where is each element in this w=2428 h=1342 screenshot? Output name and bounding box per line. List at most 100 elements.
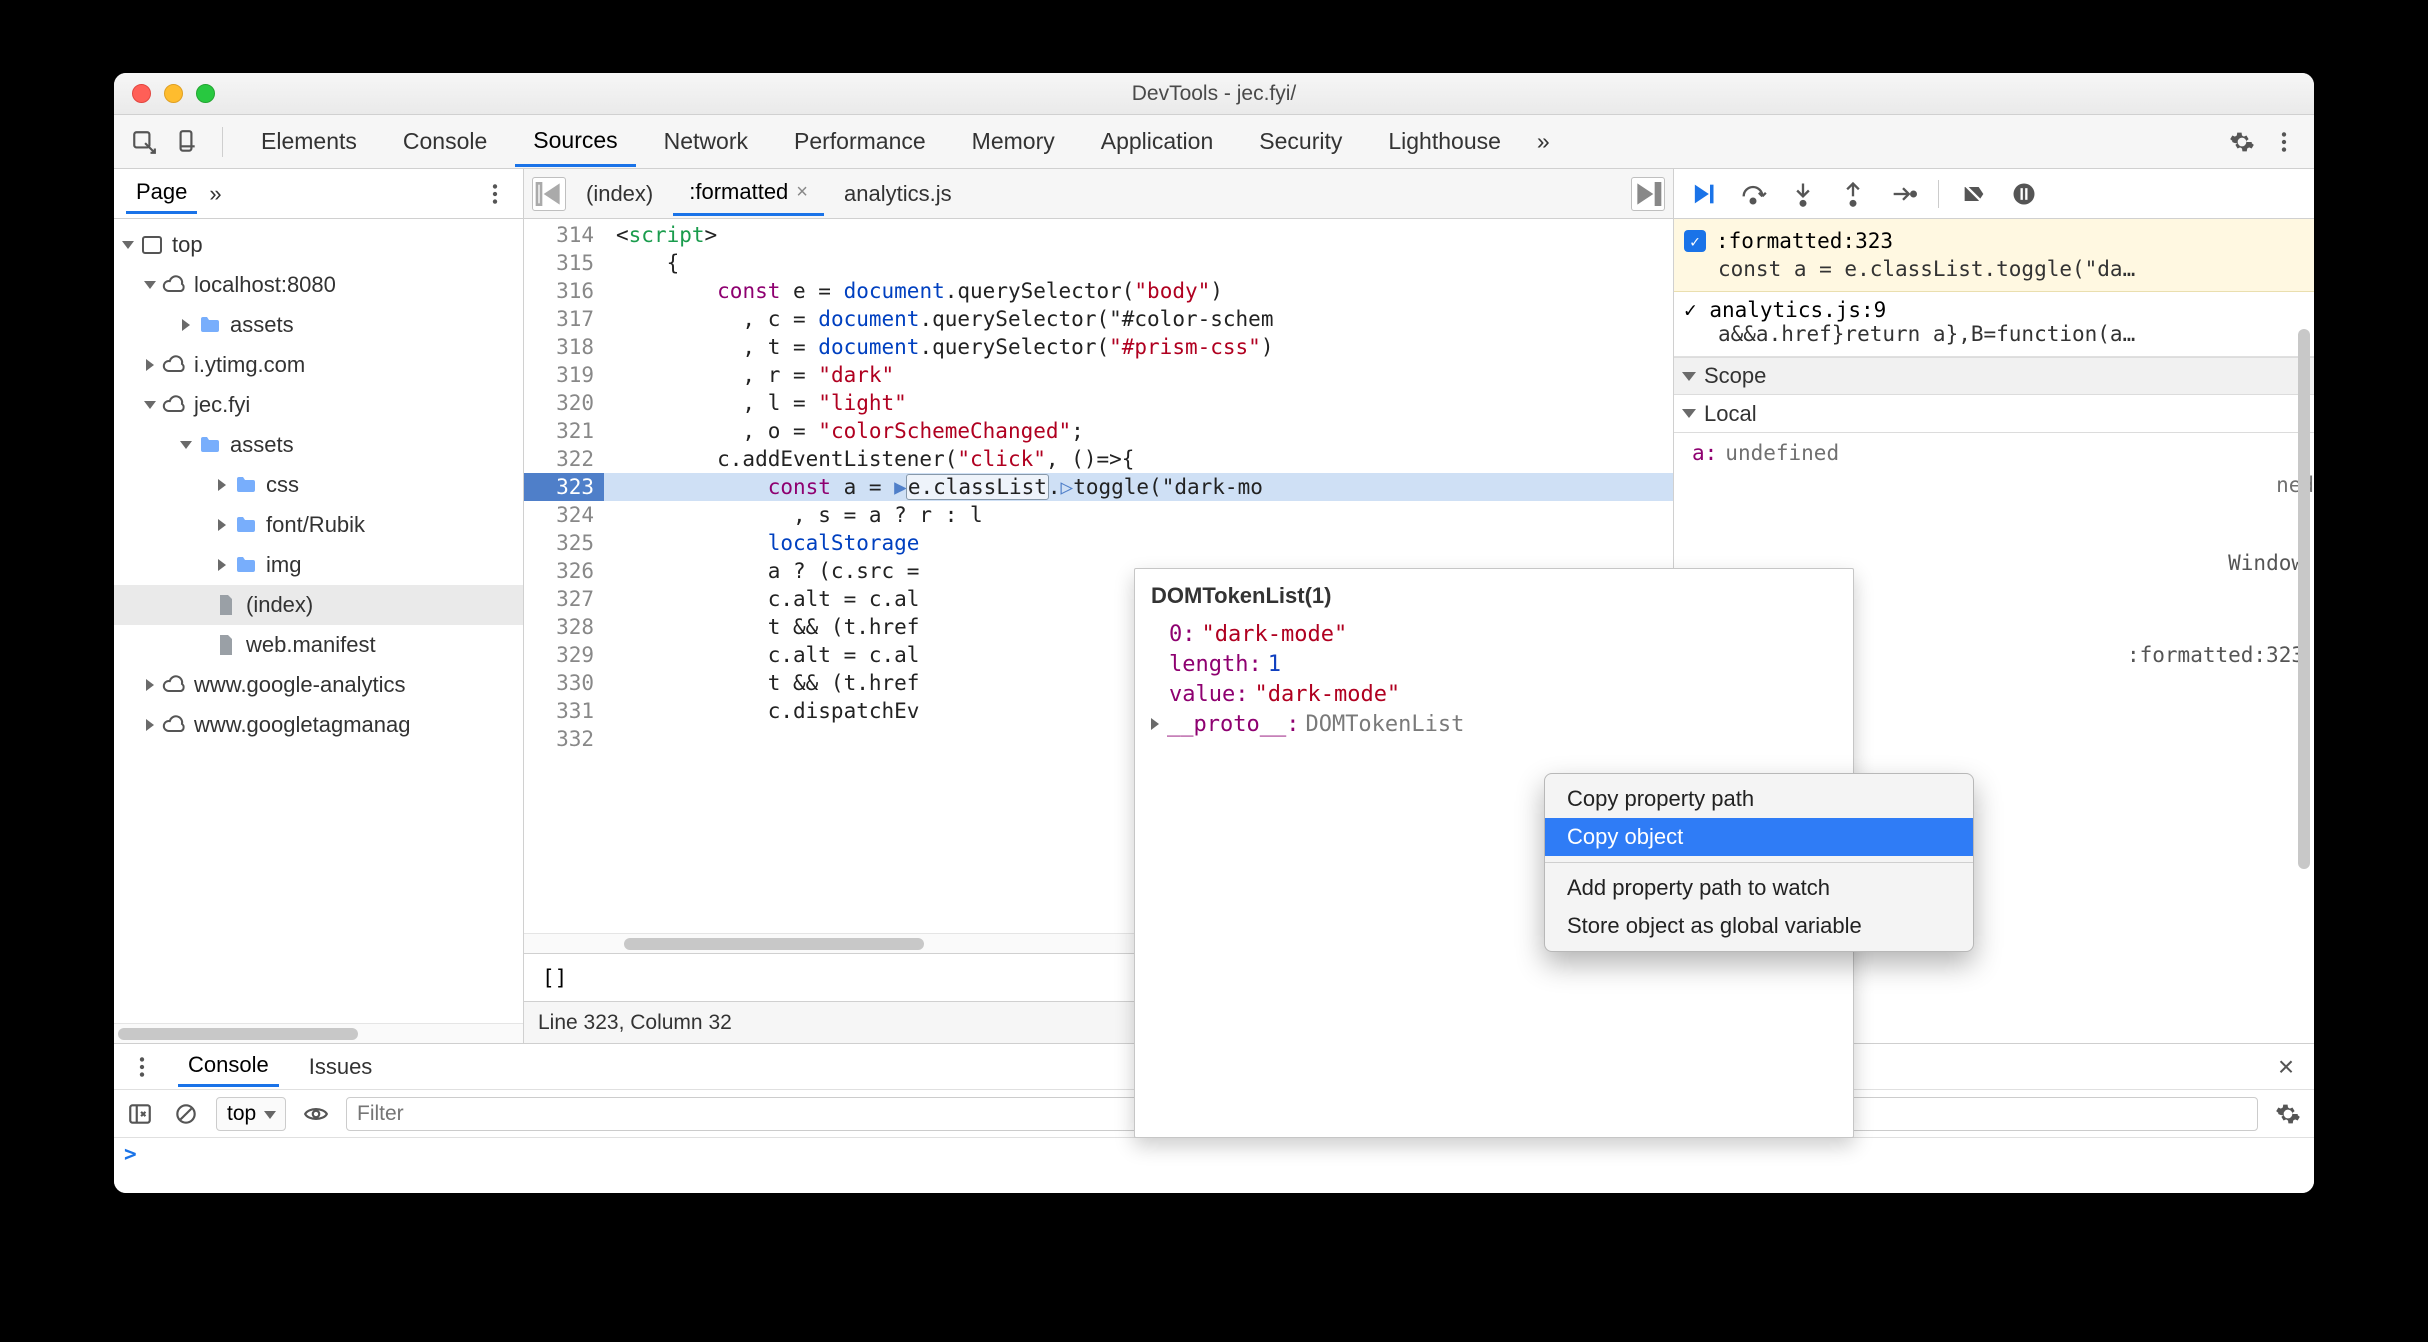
popover-row[interactable]: 0: "dark-mode" [1151,619,1837,649]
tab-elements[interactable]: Elements [243,118,375,165]
devtools-window: DevTools - jec.fyi/ Elements Console Sou… [114,73,2314,1193]
file-tab-analytics[interactable]: analytics.js [828,173,968,215]
breakpoint-entry-1[interactable]: ✓ :formatted:323 const a = e.classList.t… [1674,219,2314,292]
popover-title: DOMTokenList(1) [1151,583,1837,609]
clear-console-icon[interactable] [170,1098,202,1130]
cloud-icon [162,353,186,377]
drawer-tab-issues[interactable]: Issues [299,1048,383,1086]
console-body[interactable]: > [114,1138,2314,1193]
tree-item[interactable]: (index) [246,592,313,618]
tab-application[interactable]: Application [1083,118,1232,165]
call-frame-ref[interactable]: :formatted:323 [2127,643,2304,667]
breakpoint-entry-2[interactable]: ✓ analytics.js:9 a&&a.href}return a},B=f… [1674,292,2314,357]
navigator-overflow[interactable]: » [209,181,221,207]
history-forward-button[interactable] [1631,177,1665,211]
folder-icon [234,513,258,537]
step-out-button[interactable] [1838,179,1868,209]
resume-button[interactable] [1688,179,1718,209]
tree-host[interactable]: localhost:8080 [194,272,336,298]
folder-icon [234,473,258,497]
folder-icon [198,433,222,457]
tree-item[interactable]: assets [230,312,294,338]
window-title: DevTools - jec.fyi/ [114,82,2314,106]
step-into-button[interactable] [1788,179,1818,209]
tab-network[interactable]: Network [646,118,766,165]
file-tab-formatted[interactable]: :formatted× [673,171,824,216]
folder-icon [198,313,222,337]
folder-icon [234,553,258,577]
file-icon [214,593,238,617]
tabs-overflow-button[interactable]: » [1529,118,1558,165]
frame-icon [140,233,164,257]
popover-row[interactable]: value: "dark-mode" [1151,679,1837,709]
sources-navigator: Page » top localhost:8080 [114,169,524,1043]
tab-performance[interactable]: Performance [776,118,944,165]
tree-item[interactable]: font/Rubik [266,512,365,538]
file-tree[interactable]: top localhost:8080 assets i.ytimg.com [114,219,523,1023]
context-menu-item[interactable]: Add property path to watch [1545,869,1973,907]
drawer-tab-console[interactable]: Console [178,1046,279,1087]
tree-top[interactable]: top [172,232,203,258]
tree-item[interactable]: css [266,472,299,498]
device-toolbar-icon[interactable] [170,126,202,158]
tree-item[interactable]: img [266,552,301,578]
editor-tabbar: (index) :formatted× analytics.js [524,169,1673,219]
tab-console[interactable]: Console [385,118,505,165]
sidebar-horizontal-scrollbar[interactable] [114,1023,523,1043]
console-settings-icon[interactable] [2272,1098,2304,1130]
file-tab-index[interactable]: (index) [570,173,669,215]
breakpoint-location: :formatted:323 [1716,229,1893,253]
step-over-button[interactable] [1738,179,1768,209]
right-panel-scrollbar[interactable] [2298,329,2310,869]
tab-memory[interactable]: Memory [954,118,1073,165]
breakpoint-snippet: a&&a.href}return a},B=function(a… [1684,322,2304,346]
cloud-icon [162,673,186,697]
live-expression-icon[interactable] [300,1098,332,1130]
scope-local-header[interactable]: Local [1674,395,2314,433]
console-sidebar-toggle-icon[interactable] [124,1098,156,1130]
navigator-header: Page » [114,169,523,219]
navigator-more-icon[interactable] [479,178,511,210]
scope-window-label: Window [2228,551,2304,575]
scope-section-header[interactable]: Scope [1674,357,2314,395]
tree-item[interactable]: assets [230,432,294,458]
drawer-more-icon[interactable] [126,1051,158,1083]
page-tab[interactable]: Page [126,173,197,214]
breakpoint-snippet: const a = e.classList.toggle("da… [1684,257,2304,281]
tree-item[interactable]: web.manifest [246,632,376,658]
checkbox-icon[interactable]: ✓ [1684,230,1706,252]
tab-security[interactable]: Security [1241,118,1360,165]
context-menu-item[interactable]: Copy object [1545,818,1973,856]
line-gutter[interactable]: 3143153163173183193203213223233243253263… [524,219,604,933]
checkbox-icon[interactable]: ✓ [1684,298,1697,322]
tree-host[interactable]: www.googletagmanag [194,712,410,738]
close-tab-icon[interactable]: × [796,181,808,204]
tab-sources[interactable]: Sources [515,117,635,167]
inspect-element-icon[interactable] [128,126,160,158]
cloud-icon [162,393,186,417]
cursor-position: Line 323, Column 32 [538,1011,732,1035]
context-menu-item[interactable]: Store object as global variable [1545,907,1973,945]
pause-on-exceptions-button[interactable] [2009,179,2039,209]
step-button[interactable] [1888,179,1918,209]
cloud-icon [162,713,186,737]
tree-host[interactable]: www.google-analytics [194,672,406,698]
more-menu-icon[interactable] [2268,126,2300,158]
titlebar: DevTools - jec.fyi/ [114,73,2314,115]
breakpoint-location: analytics.js:9 [1709,298,1886,322]
tree-host[interactable]: i.ytimg.com [194,352,305,378]
file-icon [214,633,238,657]
deactivate-breakpoints-button[interactable] [1959,179,1989,209]
tab-lighthouse[interactable]: Lighthouse [1370,118,1519,165]
context-menu: Copy property pathCopy object Add propert… [1544,773,1974,952]
context-menu-item[interactable]: Copy property path [1545,780,1973,818]
debugger-toolbar [1674,169,2314,219]
close-drawer-icon[interactable]: × [2270,1051,2302,1083]
console-prompt: > [124,1142,137,1166]
history-back-button[interactable] [532,177,566,211]
settings-icon[interactable] [2226,126,2258,158]
popover-row[interactable]: __proto__: DOMTokenList [1151,709,1837,739]
context-select[interactable]: top [216,1097,286,1131]
tree-host[interactable]: jec.fyi [194,392,250,418]
popover-row[interactable]: length: 1 [1151,649,1837,679]
